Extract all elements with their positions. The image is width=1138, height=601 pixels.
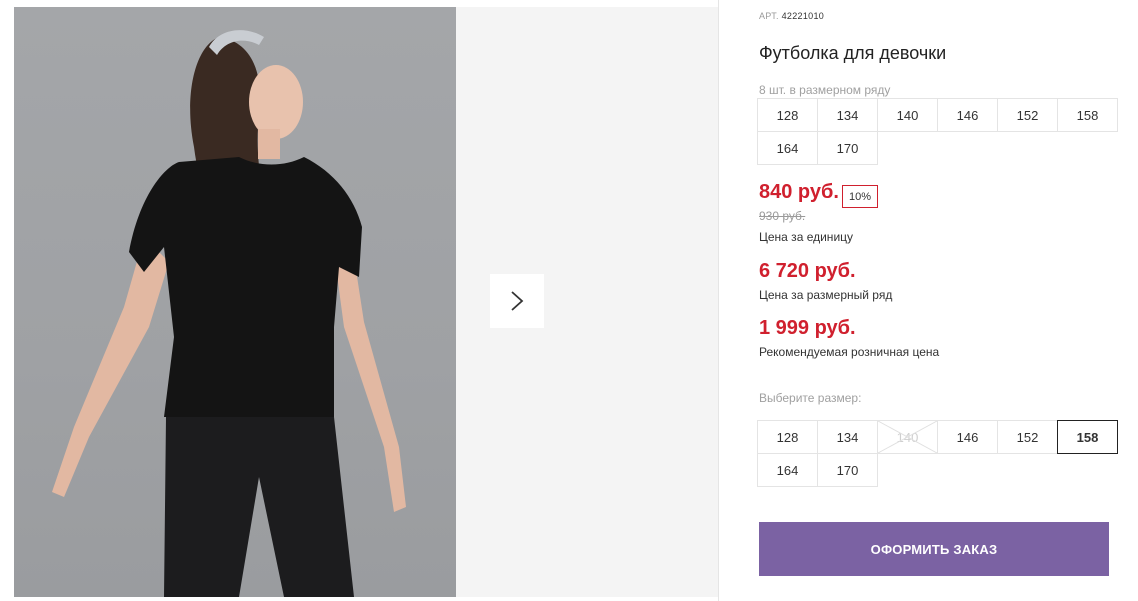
pack-size-grid: 128 134 140 146 152 158 164 170 (757, 98, 1118, 165)
set-price: 6 720 руб. (759, 260, 856, 282)
chevron-right-icon (511, 291, 524, 311)
pack-size-cell: 152 (997, 98, 1058, 132)
pack-size-cell: 170 (817, 131, 878, 165)
size-option-164[interactable]: 164 (757, 453, 818, 487)
product-photo-illustration (52, 30, 406, 597)
unavailable-cross-icon (878, 421, 937, 453)
place-order-button[interactable]: ОФОРМИТЬ ЗАКАЗ (759, 522, 1109, 576)
product-photo (14, 7, 456, 597)
gallery-next-button[interactable] (490, 274, 544, 328)
article-value: 42221010 (781, 11, 825, 21)
product-title: Футболка для девочки (759, 43, 947, 63)
unit-price-caption: Цена за единицу (759, 230, 854, 244)
size-option-158[interactable]: 158 (1057, 420, 1118, 454)
size-option-140: 140 (877, 420, 938, 454)
size-option-128[interactable]: 128 (757, 420, 818, 454)
pack-size-cell: 134 (817, 98, 878, 132)
size-option-146[interactable]: 146 (937, 420, 998, 454)
gallery-divider (718, 0, 719, 601)
old-price: 930 руб. (759, 209, 806, 223)
article-number: АРТ. 42221010 (759, 11, 824, 21)
article-label: АРТ. (759, 11, 779, 21)
pack-size-cell: 164 (757, 131, 818, 165)
size-selector: 128 134 140 146 152 158 164 170 (757, 420, 1118, 487)
size-option-170[interactable]: 170 (817, 453, 878, 487)
size-option-134[interactable]: 134 (817, 420, 878, 454)
pack-size-cell: 140 (877, 98, 938, 132)
product-gallery (14, 7, 718, 597)
pack-label: 8 шт. в размерном ряду (759, 83, 891, 97)
discount-badge: 10% (842, 185, 879, 208)
retail-price-caption: Рекомендуемая розничная цена (759, 345, 940, 359)
retail-price: 1 999 руб. (759, 317, 856, 339)
pack-size-cell: 158 (1057, 98, 1118, 132)
pack-size-cell: 128 (757, 98, 818, 132)
set-price-caption: Цена за размерный ряд (759, 288, 893, 302)
choose-size-label: Выберите размер: (759, 391, 862, 405)
pack-size-cell: 146 (937, 98, 998, 132)
size-option-152[interactable]: 152 (997, 420, 1058, 454)
unit-price: 840 руб. (759, 181, 839, 203)
